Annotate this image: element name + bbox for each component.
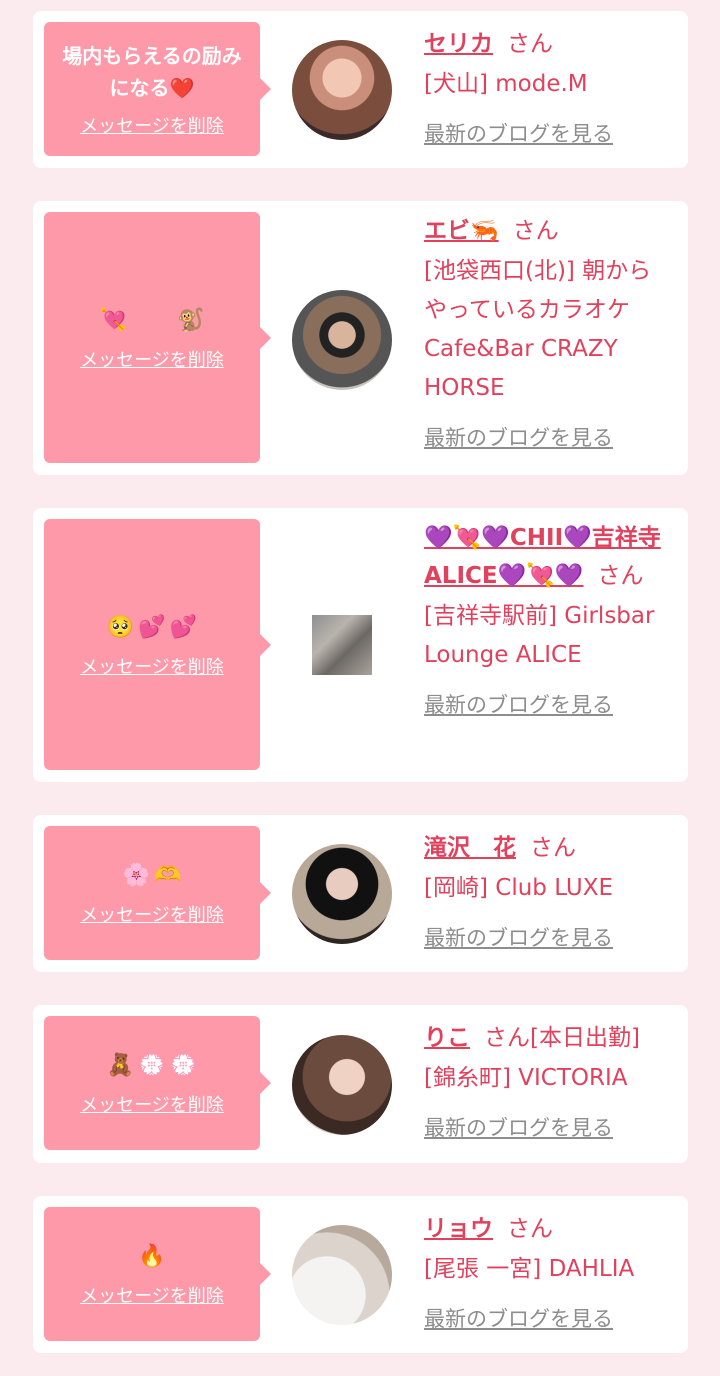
- honorific: さん[本日出勤]: [484, 1025, 640, 1051]
- white-flower-icon: 💮: [138, 1053, 166, 1078]
- message-bubble: 💘 🐒 メッセージを削除: [44, 212, 271, 463]
- delete-message-link[interactable]: メッセージを削除: [80, 1282, 224, 1308]
- message-emojis: 🌸 🫶: [123, 859, 182, 893]
- latest-blog-link[interactable]: 最新のブログを見る: [424, 1303, 613, 1333]
- message-bubble: 🔥 メッセージを削除: [44, 1207, 271, 1341]
- message-emojis: 💘 🐒: [100, 304, 205, 338]
- avatar[interactable]: [292, 40, 392, 140]
- user-name-link[interactable]: エビ🦐: [424, 218, 499, 244]
- white-flower-icon: 💮: [169, 1053, 198, 1078]
- message-card: 場内もらえるの励みになる❤️ メッセージを削除 セリカ さん [犬山] mode.…: [33, 11, 688, 168]
- delete-message-link[interactable]: メッセージを削除: [80, 346, 224, 372]
- shop-name: [池袋西口(北)] 朝からやっているカラオケCafe&Bar CRAZY HOR…: [424, 258, 652, 401]
- user-name-link[interactable]: りこ: [424, 1025, 470, 1051]
- message-text: 場内もらえるの励みになる❤️: [62, 44, 242, 100]
- avatar[interactable]: [312, 615, 372, 675]
- latest-blog-link[interactable]: 最新のブログを見る: [424, 1112, 613, 1142]
- heart-arrow-icon: 💘: [99, 307, 127, 333]
- avatar[interactable]: [292, 290, 392, 390]
- delete-message-link[interactable]: メッセージを削除: [80, 653, 224, 679]
- monkey-icon: 🐒: [177, 307, 205, 333]
- user-name-link[interactable]: セリカ: [424, 31, 493, 57]
- two-hearts-icon: 💕: [169, 614, 198, 640]
- delete-message-link[interactable]: メッセージを削除: [80, 901, 224, 927]
- user-name-link[interactable]: リョウ: [424, 1216, 493, 1242]
- avatar[interactable]: [292, 1225, 392, 1325]
- message-card: 🔥 メッセージを削除 リョウ さん [尾張 一宮] DAHLIA 最新のブログを見…: [33, 1196, 688, 1353]
- teddy-bear-icon: 🧸: [106, 1053, 135, 1078]
- message-card: 🥺 💕 💕 メッセージを削除 💜💘💜CHII💜吉祥寺ALICE💜💘💜 さん [吉祥…: [33, 508, 688, 782]
- honorific: さん: [530, 835, 576, 861]
- latest-blog-link[interactable]: 最新のブログを見る: [424, 922, 613, 952]
- latest-blog-link[interactable]: 最新のブログを見る: [424, 118, 613, 148]
- user-name-link[interactable]: 滝沢 花: [424, 835, 516, 861]
- message-bubble: 🧸 💮 💮 メッセージを削除: [44, 1016, 271, 1150]
- heart-hands-icon: 🫶: [154, 863, 182, 888]
- message-card: 🧸 💮 💮 メッセージを削除 りこ さん[本日出勤] [錦糸町] VICTORIA…: [33, 1005, 688, 1163]
- honorific: さん: [507, 1216, 553, 1242]
- message-bubble: 🌸 🫶 メッセージを削除: [44, 826, 271, 960]
- avatar[interactable]: [292, 844, 392, 944]
- message-emojis: 🔥: [138, 1240, 165, 1274]
- message-bubble: 🥺 💕 💕 メッセージを削除: [44, 519, 271, 770]
- honorific: さん: [507, 31, 553, 57]
- shop-name: [犬山] mode.M: [424, 71, 588, 97]
- flower-icon: 🌸: [122, 863, 150, 888]
- fire-icon: 🔥: [138, 1244, 166, 1269]
- shop-name: [尾張 一宮] DAHLIA: [424, 1256, 635, 1282]
- delete-message-link[interactable]: メッセージを削除: [80, 112, 224, 138]
- two-hearts-icon: 💕: [138, 614, 166, 640]
- latest-blog-link[interactable]: 最新のブログを見る: [424, 422, 613, 452]
- shop-name: [岡崎] Club LUXE: [424, 875, 613, 901]
- honorific: さん: [597, 563, 644, 589]
- honorific: さん: [512, 218, 559, 244]
- latest-blog-link[interactable]: 最新のブログを見る: [424, 689, 613, 719]
- shop-name: [吉祥寺駅前] Girlsbar Lounge ALICE: [424, 603, 655, 668]
- message-card: 💘 🐒 メッセージを削除 エビ🦐 さん [池袋西口(北)] 朝からやっているカラオ…: [33, 201, 688, 475]
- message-emojis: 🥺 💕 💕: [107, 611, 197, 645]
- avatar[interactable]: [292, 1035, 392, 1135]
- pleading-face-icon: 🥺: [106, 614, 135, 640]
- message-emojis: 🧸 💮 💮: [107, 1049, 197, 1083]
- delete-message-link[interactable]: メッセージを削除: [80, 1091, 224, 1117]
- message-card: 🌸 🫶 メッセージを削除 滝沢 花さん [岡崎] Club LUXE 最新のブロ…: [33, 815, 688, 972]
- shop-name: [錦糸町] VICTORIA: [424, 1065, 628, 1091]
- message-bubble: 場内もらえるの励みになる❤️ メッセージを削除: [44, 22, 271, 156]
